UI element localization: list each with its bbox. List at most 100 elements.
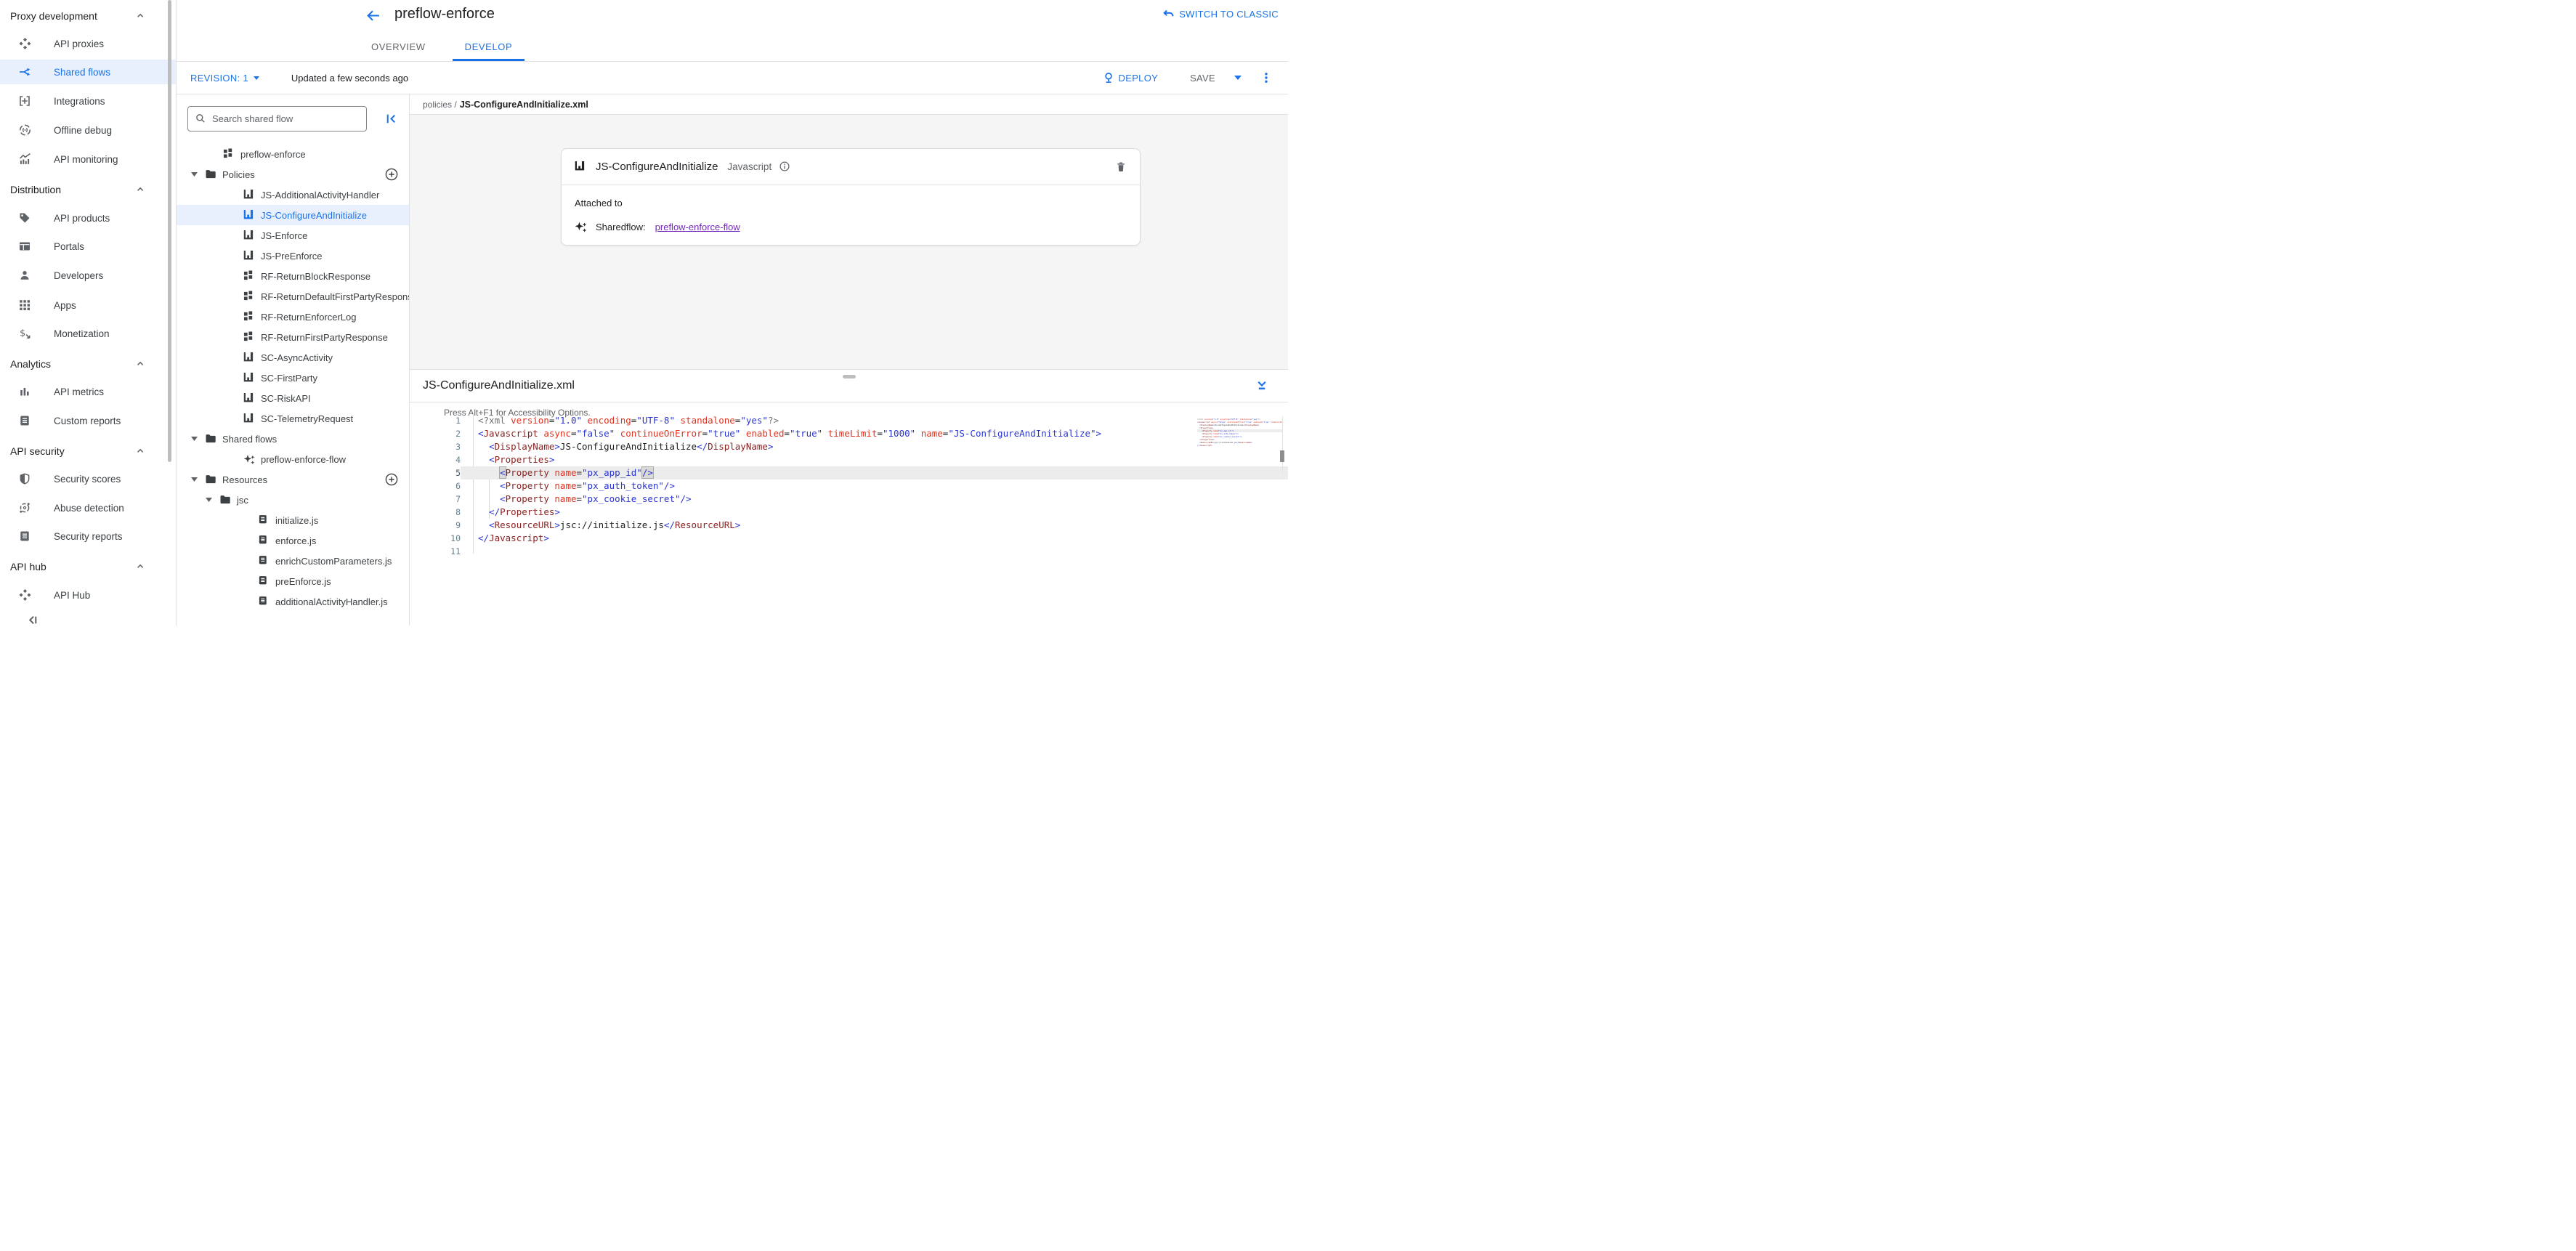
save-button[interactable]: SAVE — [1190, 73, 1215, 84]
tree-node-enforce-js[interactable]: enforce.js — [177, 530, 410, 551]
tree-node-js-enforce[interactable]: JS-Enforce — [177, 225, 410, 246]
tree-node-sc-firstparty[interactable]: SC-FirstParty — [177, 368, 410, 388]
tree-node-additionalactivityhandler-js[interactable]: additionalActivityHandler.js — [177, 591, 410, 612]
revision-selector[interactable]: REVISION: 1 — [190, 73, 259, 84]
nav-section-analytics[interactable]: Analytics — [0, 352, 177, 376]
caret-down-icon[interactable] — [206, 498, 213, 502]
tree-node-preflow-enforce-flow[interactable]: preflow-enforce-flow — [177, 449, 410, 469]
sidebar-item-offline-debug[interactable]: Offline debug — [0, 118, 177, 142]
tree-node-initialize-js[interactable]: initialize.js — [177, 510, 410, 530]
search-input[interactable] — [212, 113, 359, 124]
deploy-button[interactable]: DEPLOY — [1103, 72, 1159, 84]
sidebar-item-apps[interactable]: Apps — [0, 293, 177, 317]
sidebar-item-custom-reports[interactable]: Custom reports — [0, 408, 177, 433]
nav-section-distribution[interactable]: Distribution — [0, 177, 177, 202]
line-content: </Javascript> — [461, 532, 1288, 545]
api-metrics-icon — [19, 386, 31, 397]
sidebar-item-security-reports[interactable]: Security reports — [0, 524, 177, 548]
tree-node-enrichcustomparameters-js[interactable]: enrichCustomParameters.js — [177, 551, 410, 571]
sidebar-item-portals[interactable]: Portals — [0, 234, 177, 259]
folder-icon — [219, 494, 231, 506]
tree-node-js-configureandinitialize[interactable]: JS-ConfigureAndInitialize — [177, 205, 410, 225]
add-button[interactable] — [385, 168, 398, 181]
sidebar-item-developers[interactable]: Developers — [0, 263, 177, 288]
switch-to-classic-button[interactable]: SWITCH TO CLASSIC — [1162, 8, 1279, 20]
caret-down-icon[interactable] — [191, 172, 198, 177]
code-line-11[interactable]: 11 — [410, 545, 1288, 558]
nav-section-proxy-development[interactable]: Proxy development — [0, 4, 177, 28]
apigee-console: Proxy development API proxies Shared flows… — [0, 0, 1288, 626]
sidebar-item-api-products[interactable]: API products — [0, 206, 177, 230]
sidebar-item-api-proxies[interactable]: API proxies — [0, 31, 177, 56]
chevron-up-icon[interactable] — [136, 562, 146, 572]
tree-node-preenforce-js[interactable]: preEnforce.js — [177, 571, 410, 591]
code-line-9[interactable]: 9 <ResourceURL>jsc://initialize.js</Reso… — [410, 519, 1288, 532]
more-options-button[interactable] — [1260, 72, 1272, 84]
code-area[interactable]: Press Alt+F1 for Accessibility Options. … — [410, 402, 1288, 626]
code-line-1[interactable]: 1<?xml version="1.0" encoding="UTF-8" st… — [410, 414, 1288, 427]
code-minimap[interactable]: <?xml version="1.0" encoding="UTF-8" sta… — [1197, 418, 1283, 453]
tree-node-label: enforce.js — [275, 535, 316, 546]
tab-develop[interactable]: DEVELOP — [453, 34, 525, 61]
save-dropdown-caret[interactable] — [1234, 76, 1242, 80]
chevron-up-icon[interactable] — [136, 359, 146, 369]
code-lines[interactable]: 1<?xml version="1.0" encoding="UTF-8" st… — [410, 414, 1288, 558]
sidebar-item-api-metrics[interactable]: API metrics — [0, 379, 177, 404]
sidebar-item-shared-flows[interactable]: Shared flows — [0, 60, 177, 84]
info-icon[interactable] — [779, 161, 790, 172]
nav-section-api-security[interactable]: API security — [0, 439, 177, 463]
delete-policy-button[interactable] — [1116, 161, 1127, 173]
chevron-up-icon[interactable] — [136, 446, 146, 456]
tab-overview[interactable]: OVERVIEW — [359, 34, 438, 61]
chevron-up-icon[interactable] — [136, 185, 146, 195]
back-button[interactable] — [364, 7, 381, 24]
sidebar-item-api-monitoring[interactable]: API monitoring — [0, 147, 177, 171]
code-line-5[interactable]: 5 <Property name="px_app_id"/> — [410, 466, 1288, 479]
code-line-6[interactable]: 6 <Property name="px_auth_token"/> — [410, 479, 1288, 493]
tree-node-rf-returnblockresponse[interactable]: RF-ReturnBlockResponse — [177, 266, 410, 286]
tree-node-sc-asyncactivity[interactable]: SC-AsyncActivity — [177, 347, 410, 368]
sidebar-item-integrations[interactable]: Integrations — [0, 89, 177, 113]
code-line-7[interactable]: 7 <Property name="px_cookie_secret"/> — [410, 493, 1288, 506]
tree-node-js-preenforce[interactable]: JS-PreEnforce — [177, 246, 410, 266]
nav-section-label: API security — [10, 445, 65, 457]
caret-down-icon[interactable] — [191, 437, 198, 441]
nav-section-api-hub[interactable]: API hub — [0, 554, 177, 579]
sidebar-item-security-scores[interactable]: Security scores — [0, 466, 177, 491]
collapse-panel-icon[interactable] — [385, 113, 397, 125]
add-button[interactable] — [385, 473, 398, 486]
tree-node-label: SC-TelemetryRequest — [261, 413, 353, 424]
expand-editor-icon[interactable] — [1255, 378, 1268, 391]
sidebar-scrollbar[interactable] — [168, 0, 171, 462]
code-line-3[interactable]: 3 <DisplayName>JS-ConfigureAndInitialize… — [410, 440, 1288, 453]
sidebar-item-monetization[interactable]: $Monetization — [0, 321, 177, 346]
tree-node-preflow-enforce[interactable]: preflow-enforce — [177, 144, 410, 164]
tree-node-js-additionalactivityhandler[interactable]: JS-AdditionalActivityHandler — [177, 185, 410, 205]
developers-icon — [19, 270, 31, 281]
code-line-4[interactable]: 4 <Properties> — [410, 453, 1288, 466]
integrations-icon — [19, 95, 31, 107]
tree-node-sc-riskapi[interactable]: SC-RiskAPI — [177, 388, 410, 408]
tree-node-resources[interactable]: Resources — [177, 469, 410, 490]
tree-node-jsc[interactable]: jsc — [177, 490, 410, 510]
chevron-up-icon[interactable] — [136, 11, 146, 21]
tree-node-rf-returnfirstpartyresponse[interactable]: RF-ReturnFirstPartyResponse — [177, 327, 410, 347]
attached-to-label: Attached to — [575, 198, 1127, 208]
code-line-10[interactable]: 10</Javascript> — [410, 532, 1288, 545]
policy-icon — [243, 230, 255, 241]
tree-node-sc-telemetryrequest[interactable]: SC-TelemetryRequest — [177, 408, 410, 429]
minimap-thumb[interactable] — [1280, 450, 1284, 462]
tree-node-rf-returndefaultfirstpartyresponse[interactable]: RF-ReturnDefaultFirstPartyResponse — [177, 286, 410, 307]
caret-down-icon[interactable] — [191, 477, 198, 482]
sidebar-item-api-hub[interactable]: API Hub — [0, 583, 177, 607]
portals-icon — [19, 240, 31, 252]
tree-node-shared-flows[interactable]: Shared flows — [177, 429, 410, 449]
collapse-sidebar-icon[interactable] — [26, 614, 39, 626]
sidebar-item-abuse-detection[interactable]: Abuse detection — [0, 495, 177, 520]
tree-node-rf-returnenforcerlog[interactable]: RF-ReturnEnforcerLog — [177, 307, 410, 327]
policy-icon — [243, 189, 255, 201]
code-line-2[interactable]: 2<Javascript async="false" continueOnErr… — [410, 427, 1288, 440]
sharedflow-link[interactable]: preflow-enforce-flow — [655, 222, 740, 232]
code-line-8[interactable]: 8 </Properties> — [410, 506, 1288, 519]
tree-node-policies[interactable]: Policies — [177, 164, 410, 185]
